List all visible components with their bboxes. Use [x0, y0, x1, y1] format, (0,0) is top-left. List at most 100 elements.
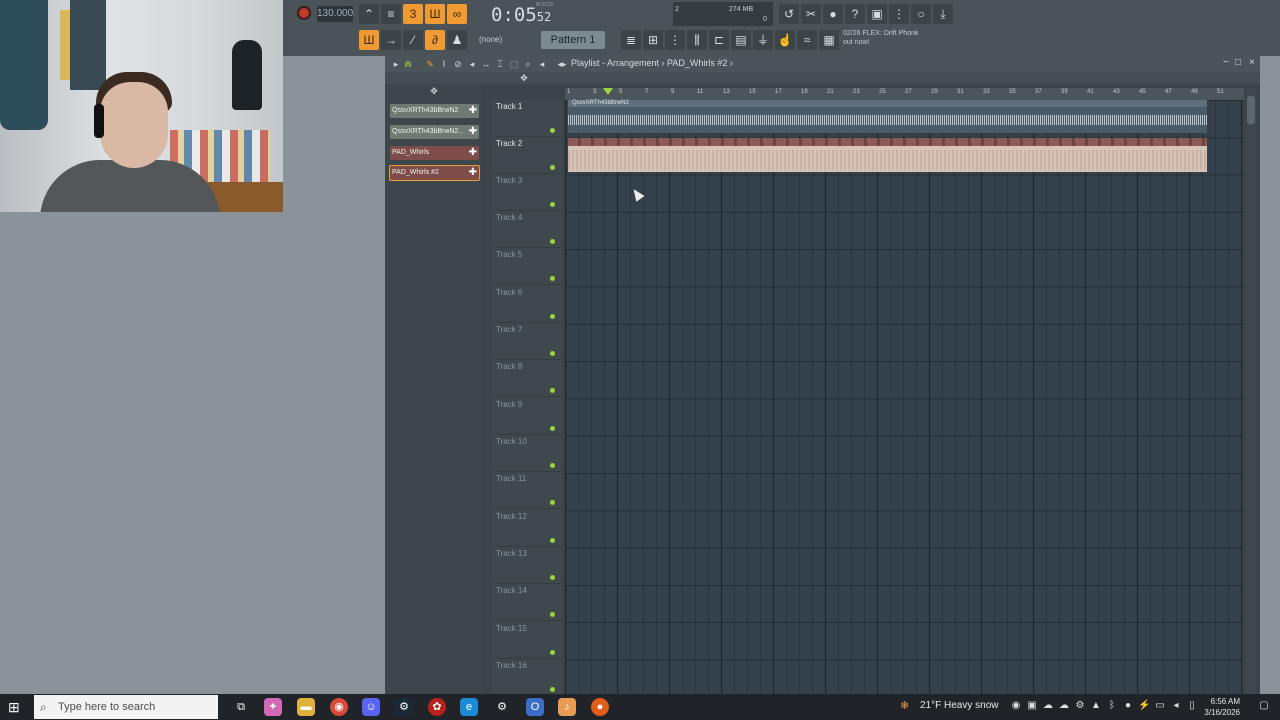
- vertical-scrollbar[interactable]: [1246, 88, 1256, 694]
- track-header[interactable]: Track 1: [492, 100, 562, 137]
- mute-icon[interactable]: ◂: [467, 59, 477, 69]
- tray-icon-7[interactable]: ⚡: [1138, 700, 1150, 712]
- loop-record-icon[interactable]: ∞: [447, 4, 467, 24]
- tempo-display[interactable]: 130.000: [317, 6, 353, 22]
- steam-icon[interactable]: ⚙: [395, 698, 413, 716]
- track-header[interactable]: Track 3: [492, 174, 562, 211]
- track-header[interactable]: Track 8: [492, 360, 562, 397]
- mic-icon[interactable]: ●: [823, 4, 843, 24]
- outlook-icon[interactable]: O: [526, 698, 544, 716]
- weather-text[interactable]: 21°F Heavy snow: [920, 700, 998, 711]
- mixer-icon[interactable]: ⋮: [889, 4, 909, 24]
- app-orange-icon[interactable]: ●: [591, 698, 609, 716]
- track-enable-dot[interactable]: [550, 314, 555, 319]
- pattern-clip[interactable]: [568, 138, 1207, 172]
- stamp-icon[interactable]: ♟: [447, 30, 467, 50]
- pencil-icon[interactable]: ✎: [425, 59, 435, 69]
- audio-clip[interactable]: QssvXRTh43bBrwN2: [568, 100, 1207, 133]
- delete-icon[interactable]: ⊘: [453, 59, 463, 69]
- tray-icon-6[interactable]: ▲: [1090, 700, 1102, 712]
- zoom-icon[interactable]: ⌕: [523, 59, 533, 69]
- mixer-view-icon[interactable]: ⫼: [687, 30, 707, 50]
- countdown-icon[interactable]: 3: [403, 4, 423, 24]
- arrow-right-icon[interactable]: →: [381, 30, 401, 50]
- playhead-marker[interactable]: [603, 88, 613, 95]
- chat-icon[interactable]: ○: [911, 4, 931, 24]
- add-icon[interactable]: ✚: [469, 146, 477, 160]
- download-icon[interactable]: ⤓: [933, 4, 953, 24]
- track-enable-dot[interactable]: [550, 687, 555, 692]
- plug-icon[interactable]: ⏚: [753, 30, 773, 50]
- undo-icon[interactable]: ↺: [779, 4, 799, 24]
- file-explorer-icon[interactable]: ▬: [297, 698, 315, 716]
- track-enable-dot[interactable]: [550, 276, 555, 281]
- brush-tool-icon[interactable]: ⌇: [439, 59, 449, 69]
- taskbar-clock[interactable]: 6:56 AM 3/16/2026: [1196, 696, 1240, 718]
- track-header[interactable]: Track 16: [492, 659, 562, 696]
- track-enable-dot[interactable]: [550, 426, 555, 431]
- slice-icon[interactable]: ⌶: [495, 59, 505, 69]
- timeline-ruler[interactable]: 1 3 5 7 9 11 13 15 17 19 21 23 25 27 29 31 33 35 37 39 41 43 4…: [565, 88, 1244, 100]
- taskbar-search[interactable]: ⌕ Type here to search: [34, 695, 218, 719]
- piano-icon[interactable]: Ш: [359, 30, 379, 50]
- track-header[interactable]: Track 13: [492, 547, 562, 584]
- scroll-arrows-icon[interactable]: ◂▸: [557, 59, 567, 69]
- picker-move-icon[interactable]: ✥: [429, 86, 439, 96]
- track-enable-dot[interactable]: [550, 500, 555, 505]
- playlist-icon[interactable]: ≣: [621, 30, 641, 50]
- bluetooth-icon[interactable]: ᛒ: [1106, 700, 1118, 712]
- track-header[interactable]: Track 6: [492, 286, 562, 323]
- track-enable-dot[interactable]: [550, 202, 555, 207]
- picker-item[interactable]: PAD_Whirls ✚: [390, 146, 479, 160]
- slip-icon[interactable]: ↔: [481, 59, 491, 69]
- volume-icon[interactable]: ◂: [1170, 700, 1182, 712]
- link-icon[interactable]: ∂: [425, 30, 445, 50]
- maximize-icon[interactable]: □: [1235, 57, 1241, 68]
- save-icon[interactable]: ▣: [867, 4, 887, 24]
- picker-item[interactable]: QssvXRTh43bBrwN2.. ✚: [390, 125, 479, 139]
- tray-icon-5[interactable]: ⚙: [1074, 700, 1086, 712]
- help-icon[interactable]: ?: [845, 4, 865, 24]
- picker-item[interactable]: PAD_Whirls #2 ✚: [389, 165, 480, 181]
- plugin-icon[interactable]: ▤: [731, 30, 751, 50]
- speaker-icon[interactable]: ◂: [537, 59, 547, 69]
- touch-icon[interactable]: ☝: [775, 30, 795, 50]
- app-red-icon[interactable]: ✿: [428, 698, 446, 716]
- track-header[interactable]: Track 5: [492, 248, 562, 285]
- track-enable-dot[interactable]: [550, 463, 555, 468]
- track-header[interactable]: Track 4: [492, 211, 562, 248]
- track-enable-dot[interactable]: [550, 239, 555, 244]
- scroll-thumb[interactable]: [1247, 96, 1255, 124]
- brush-icon[interactable]: ⁄: [403, 30, 423, 50]
- track-header[interactable]: Track 12: [492, 510, 562, 547]
- add-icon[interactable]: ✚: [469, 166, 477, 180]
- track-enable-dot[interactable]: [550, 388, 555, 393]
- channel-rack-icon[interactable]: ⊞: [643, 30, 663, 50]
- track-header[interactable]: Track 7: [492, 323, 562, 360]
- copilot-icon[interactable]: ✦: [264, 698, 282, 716]
- tray-icon-2[interactable]: ▣: [1026, 700, 1038, 712]
- snap-select[interactable]: (none): [479, 33, 525, 47]
- track-header[interactable]: Track 2: [492, 137, 562, 174]
- mic-tray-icon[interactable]: ●: [1122, 700, 1134, 712]
- tray-icon-4[interactable]: ☁: [1058, 700, 1070, 712]
- network-icon[interactable]: ▭: [1154, 700, 1166, 712]
- wave-icon[interactable]: ≈: [797, 30, 817, 50]
- move-icon[interactable]: ✥: [519, 73, 529, 83]
- news-icon[interactable]: ▦: [819, 30, 839, 50]
- track-header[interactable]: Track 10: [492, 435, 562, 472]
- notification-icon[interactable]: ▢: [1258, 700, 1270, 712]
- windows-start-icon[interactable]: ⊞: [8, 699, 24, 715]
- browser-icon[interactable]: ⊏: [709, 30, 729, 50]
- chrome-icon[interactable]: ◉: [330, 698, 348, 716]
- piano-roll-icon[interactable]: ⋮: [665, 30, 685, 50]
- tray-icon-1[interactable]: ◉: [1010, 700, 1022, 712]
- track-header[interactable]: Track 11: [492, 472, 562, 509]
- track-enable-dot[interactable]: [550, 538, 555, 543]
- magnet-icon[interactable]: ⋒: [403, 59, 413, 69]
- close-icon[interactable]: ×: [1249, 57, 1255, 68]
- metronome-icon[interactable]: ⌃: [359, 4, 379, 24]
- minimize-icon[interactable]: −: [1223, 57, 1229, 68]
- tray-icon-3[interactable]: ☁: [1042, 700, 1054, 712]
- picker-item[interactable]: QssvXRTh43bBrwN2 ✚: [390, 104, 479, 118]
